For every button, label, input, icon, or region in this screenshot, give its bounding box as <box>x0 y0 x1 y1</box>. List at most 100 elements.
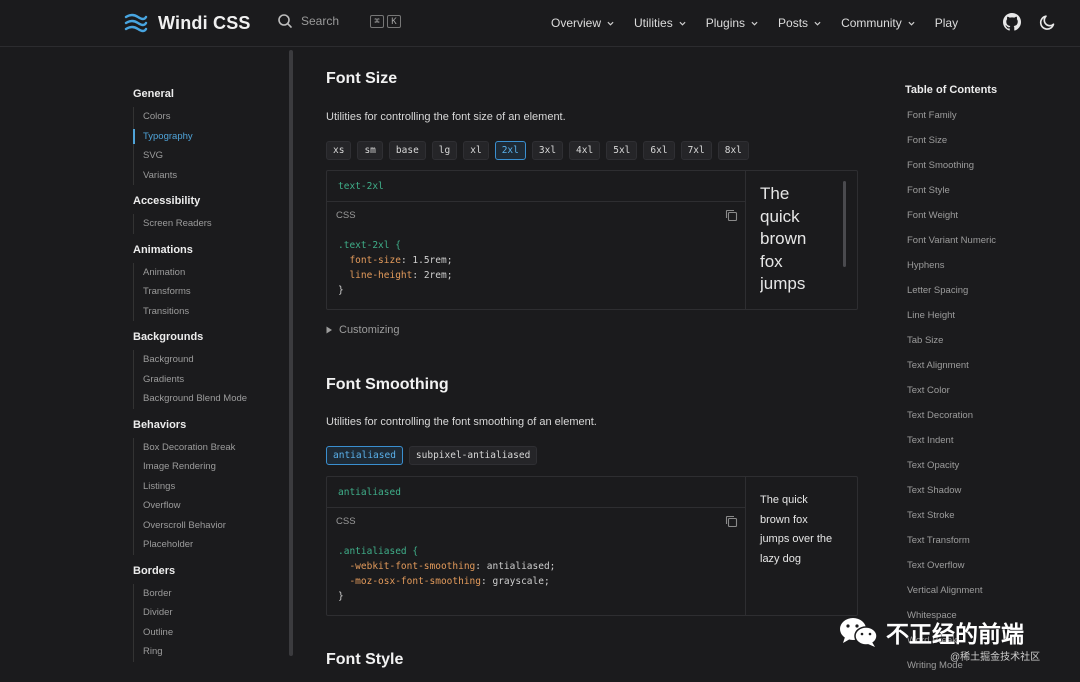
nav-label: Plugins <box>705 16 746 30</box>
chip-sm[interactable]: sm <box>357 141 383 160</box>
nav-posts[interactable]: Posts <box>778 16 821 30</box>
sidebar-item-overflow[interactable]: Overflow <box>134 496 283 516</box>
code-example-panel: antialiased CSS .antialiased { -webkit-f… <box>326 476 858 616</box>
toc-item-text-stroke[interactable]: Text Stroke <box>905 506 1075 531</box>
code-property: line-height <box>349 270 413 281</box>
section-heading-font-style: Font Style <box>326 651 404 668</box>
code-value: 1.5rem; <box>412 255 453 266</box>
sidebar-item-background-blend-mode[interactable]: Background Blend Mode <box>134 389 283 409</box>
toc-item-font-smoothing[interactable]: Font Smoothing <box>905 156 1075 181</box>
chip-3xl[interactable]: 3xl <box>531 141 564 160</box>
sidebar-scrollbar[interactable] <box>289 50 293 656</box>
toc-item-text-shadow[interactable]: Text Shadow <box>905 481 1075 506</box>
chip-6xl[interactable]: 6xl <box>643 141 675 160</box>
brand-logo[interactable]: Windi CSS <box>124 12 251 34</box>
chip-base[interactable]: base <box>388 141 426 160</box>
chip-antialiased[interactable]: antialiased <box>326 446 403 465</box>
sidebar-item-overscroll-behavior[interactable]: Overscroll Behavior <box>134 516 283 536</box>
sidebar-item-listings[interactable]: Listings <box>134 477 283 497</box>
sidebar-item-transitions[interactable]: Transitions <box>134 302 283 322</box>
sidebar-item-screen-readers[interactable]: Screen Readers <box>134 214 283 234</box>
code-example-panel: text-2xl CSS .text-2xl { font-size: 1.5r… <box>326 170 858 310</box>
toc-item-text-opacity[interactable]: Text Opacity <box>905 456 1075 481</box>
code-pane: text-2xl CSS .text-2xl { font-size: 1.5r… <box>327 171 746 309</box>
sidebar-item-border[interactable]: Border <box>134 584 283 604</box>
chip-xs[interactable]: xs <box>326 141 352 160</box>
sidebar-group-title: Borders <box>133 564 176 577</box>
nav-label: Utilities <box>634 16 673 30</box>
toc-item-font-weight[interactable]: Font Weight <box>905 206 1075 231</box>
sidebar-group-title: Accessibility <box>133 195 201 207</box>
watermark-subtitle: @稀土掘金技术社区 <box>950 652 1041 663</box>
customizing-label: Customizing <box>339 324 400 336</box>
search-button[interactable]: Search <box>277 13 339 29</box>
toc-item-text-color[interactable]: Text Color <box>905 381 1075 406</box>
sidebar-item-typography[interactable]: Typography <box>133 127 283 147</box>
toc-item-font-variant-numeric[interactable]: Font Variant Numeric <box>905 231 1075 256</box>
toc-item-tab-size[interactable]: Tab Size <box>905 331 1075 356</box>
sidebar-item-animation[interactable]: Animation <box>134 263 283 283</box>
copy-icon[interactable] <box>725 209 738 222</box>
toc-item-text-overflow[interactable]: Text Overflow <box>905 556 1075 581</box>
sidebar-item-ring[interactable]: Ring <box>134 642 283 662</box>
toc-item-text-alignment[interactable]: Text Alignment <box>905 356 1075 381</box>
chevron-down-icon <box>607 21 614 26</box>
toc-item-text-indent[interactable]: Text Indent <box>905 431 1075 456</box>
preview-line: jumps over the <box>760 533 833 545</box>
code-value: grayscale; <box>492 576 550 587</box>
nav-community[interactable]: Community <box>841 16 915 30</box>
nav-play[interactable]: Play <box>935 16 958 30</box>
moon-icon[interactable] <box>1039 13 1057 31</box>
chip-7xl[interactable]: 7xl <box>680 141 712 160</box>
sidebar-item-box-decoration-break[interactable]: Box Decoration Break <box>134 438 283 458</box>
sidebar-group-behaviors: Behaviors Box Decoration Break Image Ren… <box>133 415 283 555</box>
toc-item-font-size[interactable]: Font Size <box>905 131 1075 156</box>
preview-pane: The quick brown fox jumps over the lazy … <box>760 491 852 569</box>
sidebar-item-outline[interactable]: Outline <box>134 623 283 643</box>
sidebar-group-general: General Colors Typography SVG Variants <box>133 84 283 185</box>
toc-item-font-style[interactable]: Font Style <box>905 181 1075 206</box>
sidebar-item-placeholder[interactable]: Placeholder <box>134 535 283 555</box>
section-description: Utilities for controlling the font smoot… <box>326 416 597 428</box>
sidebar-item-background[interactable]: Background <box>134 350 283 370</box>
preview-word: brown <box>760 229 807 248</box>
preview-word: The <box>760 184 790 203</box>
toc-item-text-decoration[interactable]: Text Decoration <box>905 406 1075 431</box>
sidebar-item-gradients[interactable]: Gradients <box>134 370 283 390</box>
sidebar-item-svg[interactable]: SVG <box>134 146 283 166</box>
chip-xl[interactable]: xl <box>463 141 489 160</box>
toc-item-line-height[interactable]: Line Height <box>905 306 1075 331</box>
sidebar-item-variants[interactable]: Variants <box>134 166 283 186</box>
chip-2xl[interactable]: 2xl <box>494 141 526 160</box>
wechat-icon <box>840 618 878 647</box>
chip-5xl[interactable]: 5xl <box>606 141 638 160</box>
nav-plugins[interactable]: Plugins <box>706 16 758 30</box>
nav-utilities[interactable]: Utilities <box>634 16 686 30</box>
toc-item-text-transform[interactable]: Text Transform <box>905 531 1075 556</box>
nav-overview[interactable]: Overview <box>551 16 614 30</box>
preview-word: jumps <box>760 274 806 293</box>
preview-scrollbar[interactable] <box>843 181 846 267</box>
chip-subpixel-antialiased[interactable]: subpixel-antialiased <box>408 446 538 465</box>
chip-8xl[interactable]: 8xl <box>717 141 749 160</box>
chip-4xl[interactable]: 4xl <box>569 141 601 160</box>
customizing-toggle[interactable]: Customizing <box>326 324 400 336</box>
copy-icon[interactable] <box>725 515 738 528</box>
toc-item-font-family[interactable]: Font Family <box>905 106 1075 131</box>
github-icon[interactable] <box>1003 13 1021 31</box>
code-close: } <box>338 591 344 602</box>
sidebar-group-animations: Animations Animation Transforms Transiti… <box>133 240 283 322</box>
toc-item-hyphens[interactable]: Hyphens <box>905 256 1075 281</box>
preview-word: fox <box>760 251 783 271</box>
chip-lg[interactable]: lg <box>431 141 458 160</box>
sidebar-item-divider[interactable]: Divider <box>134 603 283 623</box>
sidebar-item-colors[interactable]: Colors <box>134 107 283 127</box>
section-heading-font-size: Font Size <box>326 70 398 87</box>
sidebar-item-image-rendering[interactable]: Image Rendering <box>134 457 283 477</box>
sidebar-item-transforms[interactable]: Transforms <box>134 282 283 302</box>
class-name-label: antialiased <box>327 477 745 508</box>
class-name-label: text-2xl <box>327 171 745 202</box>
toc-item-letter-spacing[interactable]: Letter Spacing <box>905 281 1075 306</box>
code-pane: antialiased CSS .antialiased { -webkit-f… <box>327 477 746 615</box>
toc-item-vertical-alignment[interactable]: Vertical Alignment <box>905 581 1075 606</box>
